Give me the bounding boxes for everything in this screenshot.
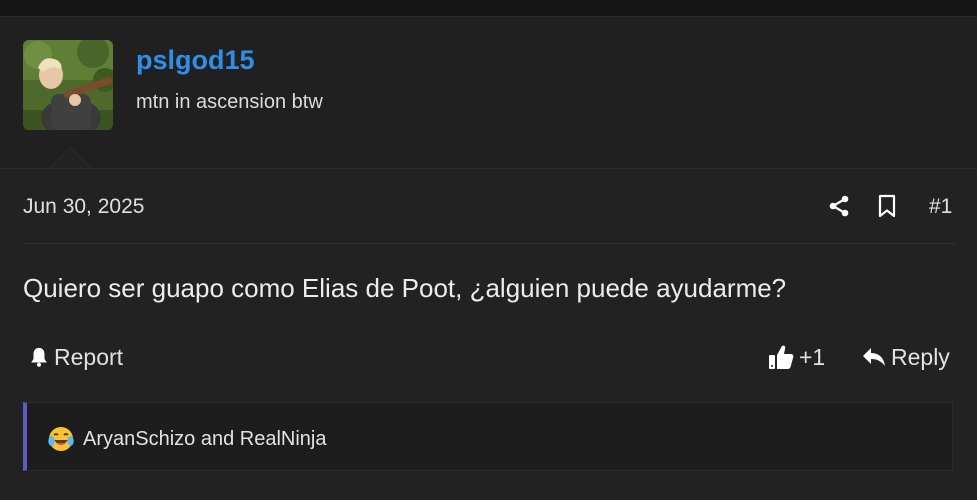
username-link[interactable]: pslgod15 (136, 45, 255, 76)
avatar[interactable] (23, 40, 113, 130)
share-icon (829, 195, 849, 217)
bookmark-button[interactable] (874, 193, 900, 219)
post-number-link[interactable]: #1 (929, 195, 952, 219)
reactions-bar[interactable]: AryanSchizo and RealNinja (23, 402, 953, 471)
report-button[interactable]: Report (28, 342, 123, 372)
reply-label: Reply (891, 343, 950, 370)
like-count: +1 (799, 343, 826, 370)
top-bar (0, 0, 977, 17)
post-divider (23, 243, 955, 244)
forum-post: pslgod15 mtn in ascension btw Jun 30, 20… (0, 17, 977, 500)
avatar-image (23, 40, 113, 130)
speech-arrow (50, 148, 90, 168)
reply-icon (863, 348, 885, 366)
crying-laughing-face-icon (47, 425, 75, 453)
post-date[interactable]: Jun 30, 2025 (23, 195, 144, 219)
bookmark-icon (878, 194, 896, 218)
user-title: mtn in ascension btw (136, 91, 323, 113)
share-button[interactable] (826, 193, 852, 219)
report-label: Report (54, 343, 124, 370)
post-message: Quiero ser guapo como Elias de Poot, ¿al… (23, 273, 787, 303)
bell-icon (31, 347, 47, 367)
post-user-header: pslgod15 mtn in ascension btw (0, 17, 977, 169)
reply-button[interactable]: Reply (861, 342, 950, 372)
thumbs-up-icon (769, 345, 794, 369)
like-button[interactable]: +1 (767, 342, 825, 372)
reaction-users[interactable]: AryanSchizo and RealNinja (83, 428, 326, 451)
